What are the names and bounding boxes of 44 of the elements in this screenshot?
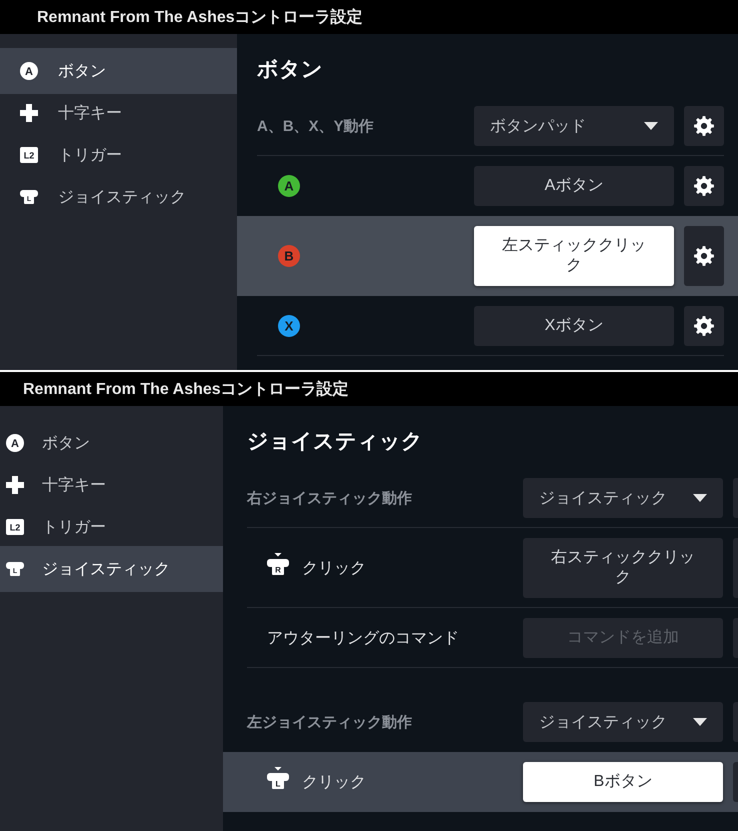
caret-icon — [693, 494, 707, 502]
sidebar-item[interactable]: A ボタン — [0, 48, 237, 94]
binding-button[interactable]: Bボタン — [523, 762, 723, 802]
sidebar-item[interactable]: L2 トリガー — [0, 506, 223, 548]
trigger-icon: L2 — [20, 147, 38, 163]
binding-button[interactable]: 左スティッククリック — [474, 226, 674, 286]
mode-dropdown[interactable]: ボタンパッド — [474, 106, 674, 146]
sidebar-item[interactable]: L2 トリガー — [0, 134, 237, 176]
mode-dropdown[interactable]: ジョイスティック — [523, 478, 723, 518]
dpad-icon — [6, 476, 24, 494]
binding-button[interactable]: Xボタン — [474, 306, 674, 346]
caret-icon — [693, 718, 707, 726]
settings-button[interactable] — [684, 226, 724, 286]
settings-button[interactable] — [684, 306, 724, 346]
gear-icon — [694, 246, 714, 266]
section-heading: ボタン — [257, 57, 324, 83]
controller-button-icon: A — [278, 175, 300, 197]
sidebar-item[interactable]: 十字キー — [0, 92, 237, 134]
controller-button-icon: A — [6, 434, 24, 452]
window-title: Remnant From The Ashesコントローラ設定 — [23, 379, 349, 400]
setting-label: A、B、X、Y動作 — [257, 116, 375, 136]
controller-button-icon: X — [278, 315, 300, 337]
gear-icon — [694, 316, 714, 336]
caret-icon — [644, 122, 658, 130]
input-label: クリック — [302, 558, 366, 578]
setting-label: 左ジョイスティック動作 — [247, 712, 413, 732]
dpad-icon — [20, 104, 38, 122]
input-label: クリック — [302, 772, 366, 792]
setting-label: 右ジョイスティック動作 — [247, 488, 413, 508]
sidebar-item[interactable]: 十字キー — [0, 464, 223, 506]
window-title: Remnant From The Ashesコントローラ設定 — [37, 7, 363, 28]
mode-dropdown[interactable]: ジョイスティック — [523, 702, 723, 742]
section-heading: ジョイスティック — [247, 429, 424, 455]
binding-button[interactable]: 右スティッククリック — [523, 538, 723, 598]
trigger-icon: L2 — [6, 519, 24, 535]
binding-button[interactable]: Aボタン — [474, 166, 674, 206]
gear-icon — [694, 116, 714, 136]
controller-button-icon: A — [20, 62, 38, 80]
gear-icon — [694, 176, 714, 196]
settings-button[interactable] — [684, 106, 724, 146]
input-label: アウターリングのコマンド — [267, 628, 459, 648]
controller-button-icon: B — [278, 245, 300, 267]
settings-button[interactable] — [684, 166, 724, 206]
sidebar-item[interactable]: A ボタン — [0, 422, 223, 464]
